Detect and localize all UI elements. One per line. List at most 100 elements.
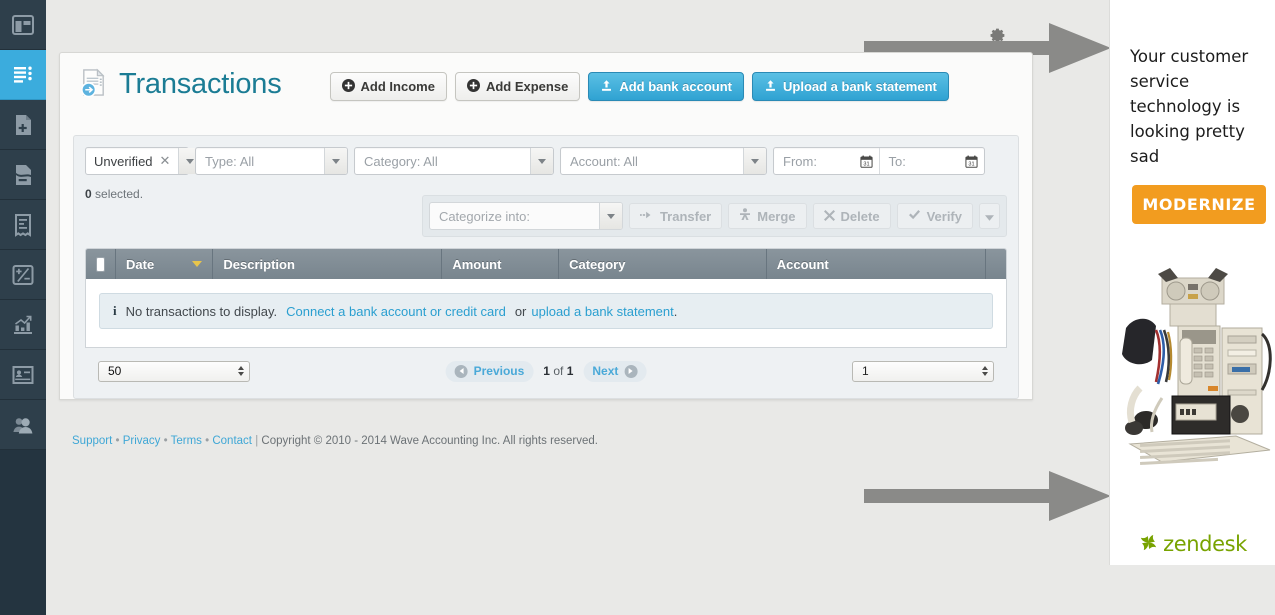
footer-copyright: Copyright © 2010 - 2014 Wave Accounting … [261, 435, 599, 447]
transactions-table: Date Description Amount Category Account [85, 248, 1007, 348]
old-computer-equipment-photo [1110, 238, 1275, 491]
empty-state-period: . [673, 303, 678, 319]
sidebar-item-income[interactable] [0, 100, 46, 150]
bulk-actions-group: Categorize into: Transfer Merge Delete V… [421, 195, 1007, 237]
status-filter-label: Unverified [94, 153, 153, 169]
delete-label: Delete [840, 208, 880, 224]
arrow-left-circle-icon [454, 364, 468, 378]
column-header-category[interactable]: Category [559, 249, 767, 279]
previous-page-button[interactable]: Previous [445, 360, 534, 382]
merge-label: Merge [757, 208, 796, 224]
footer-link-terms[interactable]: Terms [171, 435, 202, 447]
category-filter[interactable]: Category: All [354, 147, 554, 175]
stepper-arrows-icon[interactable] [238, 366, 244, 376]
chevron-down-icon[interactable] [743, 148, 766, 174]
footer-link-support[interactable]: Support [72, 435, 112, 447]
page-number-select[interactable]: 1 [852, 360, 994, 382]
sidebar-item-receipts[interactable] [0, 200, 46, 250]
select-all-checkbox[interactable] [96, 256, 105, 272]
type-filter[interactable]: Type: All [195, 147, 348, 175]
sidebar-item-dashboard[interactable] [0, 0, 46, 50]
footer-link-privacy[interactable]: Privacy [123, 435, 161, 447]
page-number-value: 1 [862, 364, 869, 378]
advertisement-panel[interactable]: Your customer service technology is look… [1109, 0, 1275, 565]
sidebar-item-expense[interactable] [0, 150, 46, 200]
column-header-description[interactable]: Description [213, 249, 443, 279]
column-header-account[interactable]: Account [767, 249, 987, 279]
transfer-button[interactable]: Transfer [628, 203, 723, 229]
per-page-select[interactable]: 50 [98, 360, 250, 382]
add-income-button[interactable]: Add Income [329, 72, 447, 101]
document-minus-icon [11, 163, 35, 187]
verify-button[interactable]: Verify [896, 203, 973, 229]
delete-button[interactable]: Delete [812, 203, 891, 229]
column-header-date[interactable]: Date [116, 249, 214, 279]
upload-statement-link[interactable]: upload a bank statement [531, 304, 673, 319]
account-filter[interactable]: Account: All [560, 147, 767, 175]
page-of: of [553, 364, 564, 378]
column-label-date: Date [126, 256, 155, 272]
footer: Support • Privacy • Terms • Contact | Co… [72, 435, 598, 447]
add-expense-button[interactable]: Add Expense [454, 72, 581, 101]
connect-bank-account-link[interactable]: Connect a bank account or credit card [286, 304, 506, 319]
page-current: 1 [543, 364, 550, 378]
upload-icon [600, 79, 613, 95]
list-lines-icon [11, 63, 35, 87]
per-page-value: 50 [108, 364, 122, 378]
transactions-panel: Unverified ✕ Type: All Category: All Acc… [73, 135, 1019, 399]
status-filter[interactable]: Unverified ✕ [85, 147, 202, 175]
upload-icon [764, 79, 777, 95]
column-header-spacer [986, 249, 1006, 279]
chevron-down-icon[interactable] [598, 203, 622, 229]
empty-state-or: or [514, 303, 527, 319]
document-plus-icon [11, 113, 35, 137]
selected-count-label: selected. [95, 187, 144, 201]
people-icon [11, 413, 35, 437]
chevron-down-icon[interactable] [530, 148, 553, 174]
plus-circle-icon [341, 78, 355, 95]
zendesk-logo: zendesk [1110, 532, 1275, 556]
category-filter-label: Category: All [364, 153, 438, 169]
upload-bank-statement-button[interactable]: Upload a bank statement [752, 72, 949, 101]
footer-link-contact[interactable]: Contact [212, 435, 252, 447]
merge-button[interactable]: Merge [728, 203, 807, 229]
id-card-icon [11, 363, 35, 387]
transfer-label: Transfer [659, 208, 712, 224]
stepper-arrows-icon[interactable] [982, 366, 988, 376]
upload-bank-statement-label: Upload a bank statement [783, 79, 937, 94]
footer-separator: • [160, 435, 171, 447]
empty-state-link2-wrap: upload a bank statement. [531, 304, 677, 319]
select-all-cell[interactable] [86, 249, 116, 279]
transfer-arrow-icon [639, 209, 654, 224]
sidebar-item-journal[interactable] [0, 250, 46, 300]
page-title: Transactions [119, 67, 282, 100]
bar-chart-icon [11, 313, 35, 337]
close-x-icon[interactable]: ✕ [160, 153, 171, 169]
next-page-button[interactable]: Next [583, 360, 647, 382]
sidebar-filler [0, 450, 46, 615]
calendar-icon[interactable]: 31 [965, 155, 978, 168]
add-bank-account-button[interactable]: Add bank account [588, 72, 744, 101]
pagination-bar: 50 Previous 1 of 1 Next 1 [98, 354, 994, 388]
sidebar-item-customers[interactable] [0, 400, 46, 450]
column-header-amount[interactable]: Amount [442, 249, 560, 279]
pagination-controls: Previous 1 of 1 Next [445, 360, 647, 382]
chevron-down-icon[interactable] [324, 148, 347, 174]
sidebar-item-reports[interactable] [0, 300, 46, 350]
ad-headline: Your customer service technology is look… [1130, 47, 1249, 167]
next-label: Next [592, 364, 619, 378]
date-from-field[interactable]: From: 31 [774, 148, 879, 174]
modernize-cta-button[interactable]: MODERNIZE [1132, 185, 1266, 225]
date-to-field[interactable]: To: 31 [878, 148, 985, 174]
merge-icon [739, 208, 751, 224]
categorize-into-select[interactable]: Categorize into: [428, 202, 623, 230]
selected-count-value: 0 [85, 187, 92, 201]
calendar-icon[interactable]: 31 [859, 155, 873, 168]
column-label-category: Category [569, 256, 626, 272]
sidebar-item-transactions[interactable] [0, 50, 46, 100]
footer-separator: • [112, 435, 123, 447]
footer-divider: | [252, 435, 262, 447]
add-expense-label: Add Expense [485, 79, 569, 94]
sidebar-item-invoices[interactable] [0, 350, 46, 400]
verify-options-button[interactable] [979, 203, 1000, 229]
